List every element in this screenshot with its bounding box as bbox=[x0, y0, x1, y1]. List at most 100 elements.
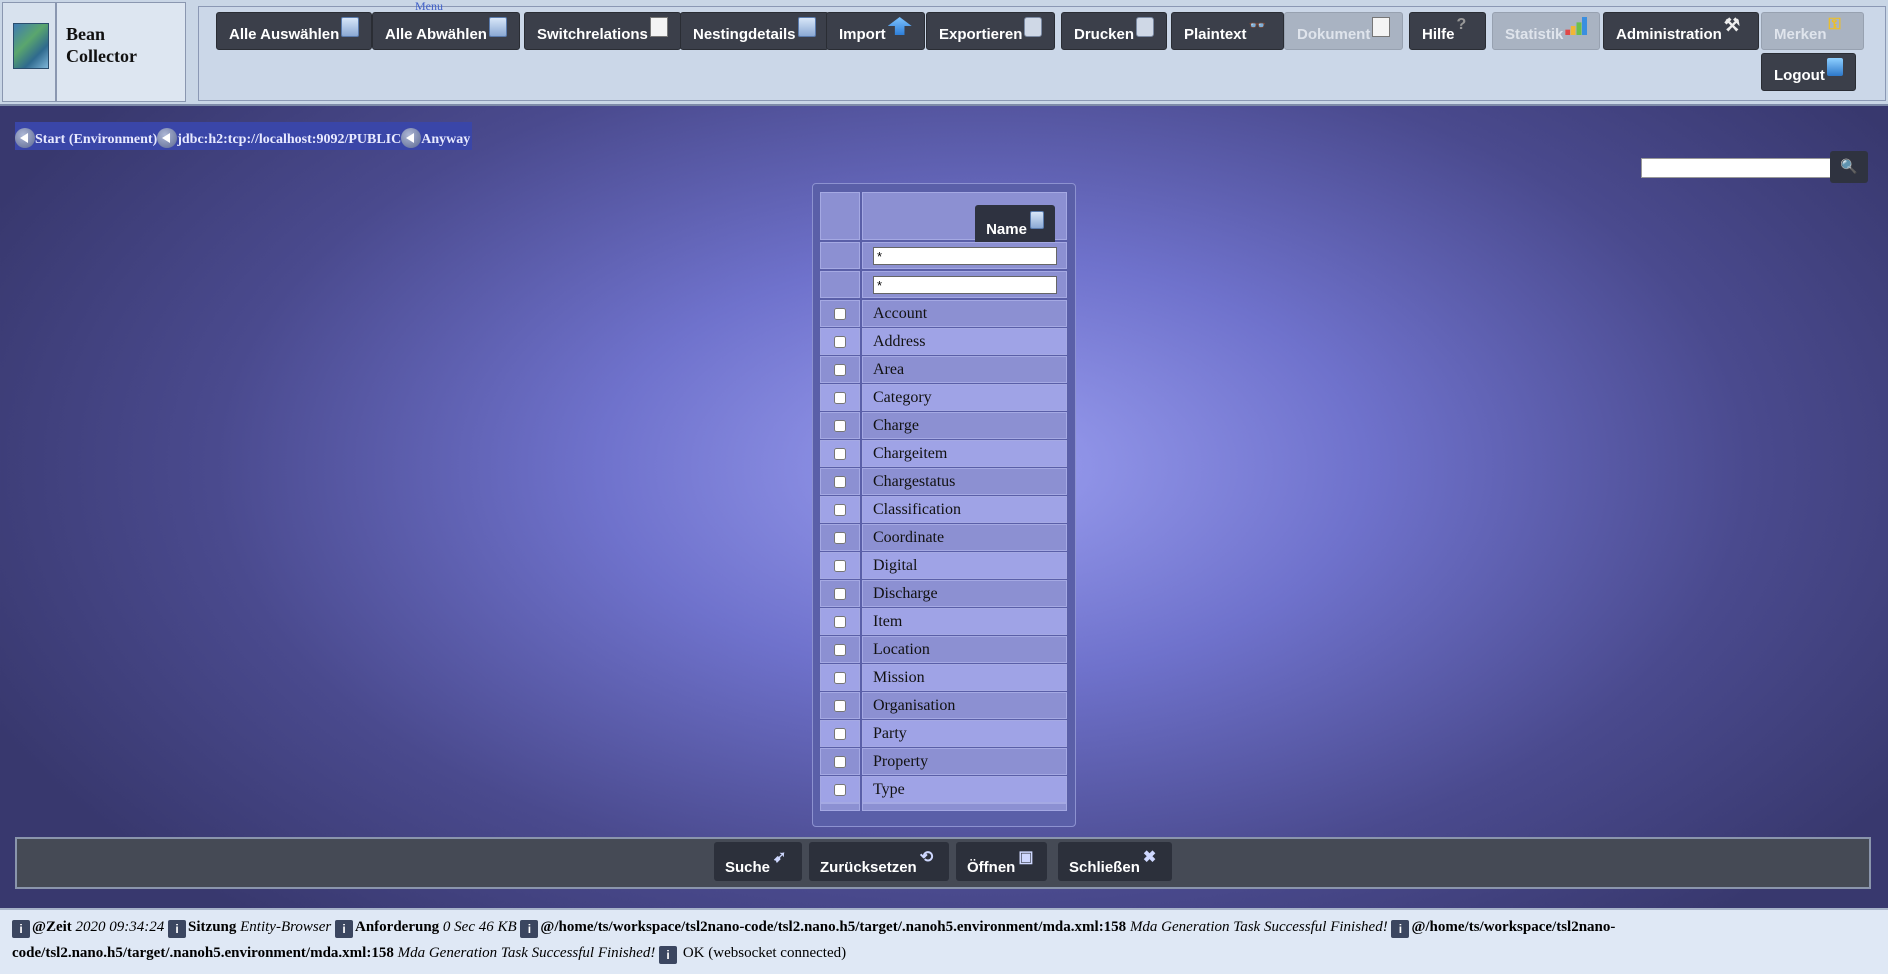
websocket-status: OK (websocket connected) bbox=[682, 945, 847, 961]
row-checkbox[interactable] bbox=[834, 560, 846, 572]
breadcrumb-label: jdbc:h2:tcp://localhost:9092/PUBLIC bbox=[177, 132, 402, 147]
footer-cell bbox=[862, 803, 1067, 811]
row-checkbox[interactable] bbox=[834, 588, 846, 600]
import-icon bbox=[887, 17, 912, 35]
row-name-cell[interactable]: Address bbox=[862, 328, 1067, 355]
row-select-cell bbox=[820, 440, 860, 467]
statistics-button[interactable]: Statistik bbox=[1492, 12, 1601, 50]
row-name: Area bbox=[873, 361, 905, 378]
nestingdetails-label: Nestingdetails bbox=[693, 26, 796, 43]
row-name: Digital bbox=[873, 557, 918, 574]
breadcrumb-item-anyway[interactable]: Anyway bbox=[401, 126, 470, 150]
search-icon: 🔍 bbox=[1840, 159, 1858, 175]
name-column-sort-button[interactable]: Name bbox=[975, 205, 1055, 245]
switchrelations-button[interactable]: Switchrelations bbox=[524, 12, 681, 50]
row-name: Party bbox=[873, 725, 907, 742]
plaintext-label: Plaintext bbox=[1184, 26, 1247, 43]
row-checkbox[interactable] bbox=[834, 756, 846, 768]
search-button[interactable]: 🔍 bbox=[1830, 151, 1868, 183]
row-name-cell[interactable]: Classification bbox=[862, 496, 1067, 523]
row-checkbox[interactable] bbox=[834, 532, 846, 544]
row-name: Chargestatus bbox=[873, 473, 956, 490]
row-name-cell[interactable]: Discharge bbox=[862, 580, 1067, 607]
help-button[interactable]: Hilfe? bbox=[1409, 12, 1486, 50]
footer-cell bbox=[820, 803, 860, 811]
time-value: 2020 09:34:24 bbox=[75, 919, 165, 935]
close-button[interactable]: Schließen ✖ bbox=[1058, 842, 1172, 881]
row-name-cell[interactable]: Property bbox=[862, 748, 1067, 775]
row-name-cell[interactable]: Mission bbox=[862, 664, 1067, 691]
info-icon: i bbox=[335, 920, 353, 938]
row-name-cell[interactable]: Area bbox=[862, 356, 1067, 383]
row-name-cell[interactable]: Digital bbox=[862, 552, 1067, 579]
time-label: @Zeit bbox=[32, 919, 72, 935]
row-checkbox[interactable] bbox=[834, 476, 846, 488]
open-button[interactable]: Öffnen ▣ bbox=[956, 842, 1048, 881]
row-name-cell[interactable]: Location bbox=[862, 636, 1067, 663]
row-name-cell[interactable]: Account bbox=[862, 300, 1067, 327]
row-name-cell[interactable]: Party bbox=[862, 720, 1067, 747]
statistics-label: Statistik bbox=[1505, 26, 1564, 43]
row-checkbox[interactable] bbox=[834, 392, 846, 404]
import-label: Import bbox=[839, 26, 886, 43]
nestingdetails-icon bbox=[797, 17, 816, 37]
print-button[interactable]: Drucken bbox=[1061, 12, 1168, 50]
status-bar: i @Zeit 2020 09:34:24 i Sitzung Entity-Bro… bbox=[0, 908, 1888, 974]
row-checkbox[interactable] bbox=[834, 364, 846, 376]
row-name: Organisation bbox=[873, 697, 956, 714]
administration-button[interactable]: Administration ⚒ bbox=[1603, 12, 1759, 50]
row-name-cell[interactable]: Item bbox=[862, 608, 1067, 635]
logout-label: Logout bbox=[1774, 67, 1825, 84]
deselect-all-button[interactable]: Alle Abwählen bbox=[372, 12, 520, 50]
name-filter-to-input[interactable] bbox=[873, 276, 1057, 294]
row-checkbox[interactable] bbox=[834, 308, 846, 320]
search-action-button[interactable]: Suche ➹ bbox=[714, 842, 803, 881]
row-checkbox[interactable] bbox=[834, 420, 846, 432]
breadcrumb-item-start[interactable]: Start (Environment) bbox=[15, 126, 157, 150]
export-button[interactable]: Exportieren bbox=[926, 12, 1056, 50]
row-checkbox[interactable] bbox=[834, 784, 846, 796]
row-checkbox[interactable] bbox=[834, 700, 846, 712]
document-button[interactable]: Dokument bbox=[1284, 12, 1404, 50]
row-select-cell bbox=[820, 720, 860, 747]
reset-button[interactable]: Zurücksetzen ⟲ bbox=[809, 842, 949, 881]
row-name: Discharge bbox=[873, 585, 938, 602]
info-icon: i bbox=[520, 920, 539, 938]
row-name-cell[interactable]: Coordinate bbox=[862, 524, 1067, 551]
row-checkbox[interactable] bbox=[834, 448, 846, 460]
switchrelations-icon bbox=[649, 17, 668, 37]
row-name: Location bbox=[873, 641, 930, 658]
row-name-cell[interactable]: Category bbox=[862, 384, 1067, 411]
row-checkbox[interactable] bbox=[834, 672, 846, 684]
row-name: Property bbox=[873, 753, 929, 770]
plaintext-button[interactable]: Plaintext 👓 bbox=[1171, 12, 1284, 50]
row-checkbox[interactable] bbox=[834, 728, 846, 740]
row-name-cell[interactable]: Charge bbox=[862, 412, 1067, 439]
row-name-cell[interactable]: Chargestatus bbox=[862, 468, 1067, 495]
row-checkbox[interactable] bbox=[834, 504, 846, 516]
search-input[interactable] bbox=[1641, 158, 1831, 178]
row-name-cell[interactable]: Organisation bbox=[862, 692, 1067, 719]
message-path: @/home/ts/workspace/tsl2nano-code/tsl2.n… bbox=[540, 919, 1127, 935]
filter-select-cell bbox=[820, 271, 860, 298]
breadcrumb-item-jdbc[interactable]: jdbc:h2:tcp://localhost:9092/PUBLIC bbox=[157, 126, 401, 150]
remember-button[interactable]: Merken ⚿ bbox=[1761, 12, 1864, 50]
search-arrow-icon: ➹ bbox=[773, 849, 787, 866]
row-name-cell[interactable]: Chargeitem bbox=[862, 440, 1067, 467]
status-text: i @Zeit 2020 09:34:24 i Sitzung Entity-Bro… bbox=[12, 914, 1772, 966]
logout-button[interactable]: Logout bbox=[1761, 53, 1856, 91]
request-value: 0 Sec 46 KB bbox=[442, 919, 517, 935]
row-select-cell bbox=[820, 748, 860, 775]
row-checkbox[interactable] bbox=[834, 336, 846, 348]
nestingdetails-button[interactable]: Nestingdetails bbox=[680, 12, 829, 50]
import-button[interactable]: Import bbox=[826, 12, 925, 50]
filter-cell bbox=[862, 271, 1067, 298]
row-name-cell[interactable]: Type bbox=[862, 776, 1067, 803]
select-all-icon bbox=[341, 17, 360, 37]
row-checkbox[interactable] bbox=[834, 644, 846, 656]
row-checkbox[interactable] bbox=[834, 616, 846, 628]
back-arrow-icon bbox=[401, 128, 422, 148]
name-filter-from-input[interactable] bbox=[873, 247, 1057, 265]
select-all-button[interactable]: Alle Auswählen bbox=[216, 12, 373, 50]
document-icon bbox=[1372, 17, 1391, 37]
